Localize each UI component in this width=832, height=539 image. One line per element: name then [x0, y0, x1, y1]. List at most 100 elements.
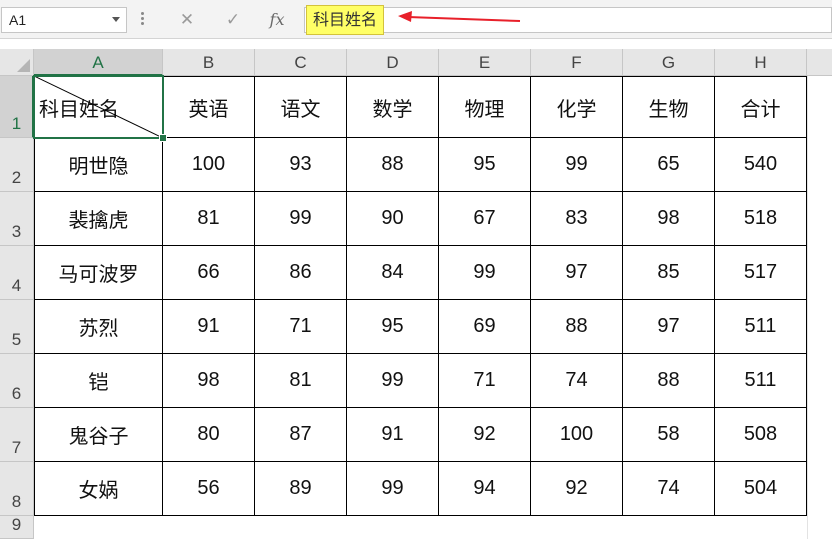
formula-value[interactable]: 科目姓名	[306, 5, 385, 35]
cell-g3[interactable]: 98	[623, 192, 715, 246]
cell-g1[interactable]: 生物	[623, 76, 715, 138]
cell-h8[interactable]: 504	[715, 462, 807, 516]
row-number: 3	[11, 222, 22, 241]
cell-a6[interactable]: 铠	[34, 354, 163, 408]
row-header-9[interactable]: 9	[0, 515, 34, 539]
cell-b7[interactable]: 80	[163, 408, 255, 462]
cell-f8[interactable]: 92	[531, 462, 623, 516]
cell-e1[interactable]: 物理	[439, 76, 531, 138]
cell-c1[interactable]: 语文	[255, 76, 347, 138]
cell-f1[interactable]: 化学	[531, 76, 623, 138]
cell-g2[interactable]: 65	[623, 138, 715, 192]
column-header-h[interactable]: H	[715, 49, 807, 76]
row-header-7[interactable]: 7	[0, 408, 34, 462]
cell-a5[interactable]: 苏烈	[34, 300, 163, 354]
annotation-arrow	[398, 11, 521, 22]
cell-g4[interactable]: 85	[623, 246, 715, 300]
cell-c8[interactable]: 89	[255, 462, 347, 516]
cell-b6[interactable]: 98	[163, 354, 255, 408]
cell-e4[interactable]: 99	[439, 246, 531, 300]
cell-d6[interactable]: 99	[347, 354, 439, 408]
cell-d5[interactable]: 95	[347, 300, 439, 354]
check-icon[interactable]: ✓	[220, 8, 246, 32]
cell-b1[interactable]: 英语	[163, 76, 255, 138]
cell-b5[interactable]: 91	[163, 300, 255, 354]
cell-a7[interactable]: 鬼谷子	[34, 408, 163, 462]
cell-c3[interactable]: 99	[255, 192, 347, 246]
cell-b3[interactable]: 81	[163, 192, 255, 246]
cell-g7[interactable]: 58	[623, 408, 715, 462]
cell-a4[interactable]: 马可波罗	[34, 246, 163, 300]
more-options-icon[interactable]	[141, 12, 145, 28]
insert-function-button[interactable]: fx	[264, 8, 290, 32]
formula-bar: A1 ✕ ✓ fx 科目姓名	[0, 0, 832, 39]
cell-f6[interactable]: 74	[531, 354, 623, 408]
column-header-i[interactable]	[807, 49, 832, 76]
row-number: 1	[11, 114, 22, 133]
cell-g5[interactable]: 97	[623, 300, 715, 354]
row-header-4[interactable]: 4	[0, 246, 34, 300]
cell-h7[interactable]: 508	[715, 408, 807, 462]
cell-c7[interactable]: 87	[255, 408, 347, 462]
chevron-down-icon[interactable]	[112, 17, 120, 22]
column-header-a[interactable]: A	[34, 49, 163, 76]
cell-d3[interactable]: 90	[347, 192, 439, 246]
cell-d1[interactable]: 数学	[347, 76, 439, 138]
cell-d2[interactable]: 88	[347, 138, 439, 192]
cell-a2[interactable]: 明世隐	[34, 138, 163, 192]
fill-handle[interactable]	[159, 134, 167, 142]
cell-a3[interactable]: 裴擒虎	[34, 192, 163, 246]
row-header-8[interactable]: 8	[0, 462, 34, 516]
row-header-1[interactable]: 1	[0, 76, 34, 138]
gridline	[807, 76, 808, 539]
cell-g6[interactable]: 88	[623, 354, 715, 408]
cell-d7[interactable]: 91	[347, 408, 439, 462]
row-number: 8	[11, 492, 22, 511]
cell-c2[interactable]: 93	[255, 138, 347, 192]
row-number: 7	[11, 438, 22, 457]
column-header-b[interactable]: B	[163, 49, 255, 76]
cell-h4[interactable]: 517	[715, 246, 807, 300]
cell-d4[interactable]: 84	[347, 246, 439, 300]
row-header-2[interactable]: 2	[0, 138, 34, 192]
cell-b2[interactable]: 100	[163, 138, 255, 192]
column-header-e[interactable]: E	[439, 49, 531, 76]
cell-f4[interactable]: 97	[531, 246, 623, 300]
column-header-g[interactable]: G	[623, 49, 715, 76]
name-box-value: A1	[9, 12, 27, 28]
name-box[interactable]: A1	[1, 7, 127, 33]
column-header-c[interactable]: C	[255, 49, 347, 76]
cell-e5[interactable]: 69	[439, 300, 531, 354]
row-header-3[interactable]: 3	[0, 192, 34, 246]
cell-f3[interactable]: 83	[531, 192, 623, 246]
cell-h6[interactable]: 511	[715, 354, 807, 408]
cell-c6[interactable]: 81	[255, 354, 347, 408]
cell-h1[interactable]: 合计	[715, 76, 807, 138]
cell-e8[interactable]: 94	[439, 462, 531, 516]
cell-b4[interactable]: 66	[163, 246, 255, 300]
cell-c4[interactable]: 86	[255, 246, 347, 300]
cell-b8[interactable]: 56	[163, 462, 255, 516]
cell-e2[interactable]: 95	[439, 138, 531, 192]
cell-a8[interactable]: 女娲	[34, 462, 163, 516]
spreadsheet-grid: A B C D E F G H 1 2 3 4 5 6 7 8 9 科目姓名 英语 语文 数学 物理 化学 生物 合计 明世隐 10…	[0, 49, 832, 539]
column-header-d[interactable]: D	[347, 49, 439, 76]
column-header-f[interactable]: F	[531, 49, 623, 76]
cell-f2[interactable]: 99	[531, 138, 623, 192]
cell-f5[interactable]: 88	[531, 300, 623, 354]
cell-f7[interactable]: 100	[531, 408, 623, 462]
cell-h2[interactable]: 540	[715, 138, 807, 192]
cell-e3[interactable]: 67	[439, 192, 531, 246]
cell-g8[interactable]: 74	[623, 462, 715, 516]
cell-d8[interactable]: 99	[347, 462, 439, 516]
cell-e7[interactable]: 92	[439, 408, 531, 462]
row-header-6[interactable]: 6	[0, 354, 34, 408]
cell-h3[interactable]: 518	[715, 192, 807, 246]
cell-h5[interactable]: 511	[715, 300, 807, 354]
close-icon[interactable]: ✕	[174, 8, 200, 32]
row-header-5[interactable]: 5	[0, 300, 34, 354]
select-all-button[interactable]	[0, 49, 34, 76]
cell-c5[interactable]: 71	[255, 300, 347, 354]
cell-e6[interactable]: 71	[439, 354, 531, 408]
cell-a1[interactable]: 科目姓名	[34, 76, 163, 138]
